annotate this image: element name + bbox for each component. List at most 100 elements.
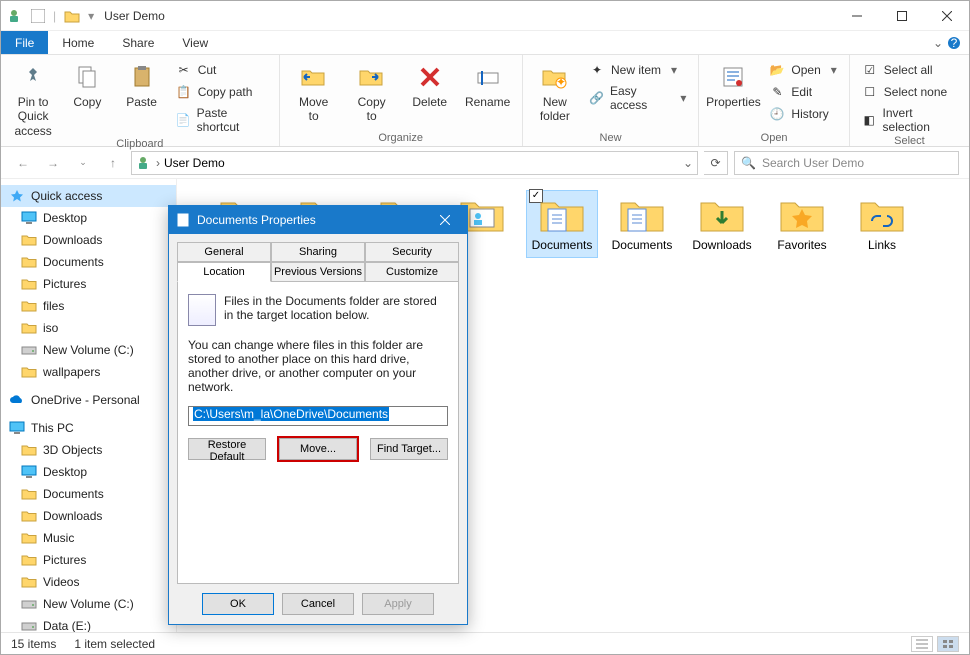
- sidebar-item[interactable]: wallpapers: [1, 361, 176, 383]
- close-button[interactable]: [924, 1, 969, 30]
- file-item[interactable]: ✓Documents: [527, 191, 597, 257]
- delete-button[interactable]: Delete: [404, 57, 456, 109]
- file-item[interactable]: Downloads: [687, 191, 757, 257]
- invert-selection-button[interactable]: ◧Invert selection: [858, 105, 961, 135]
- sidebar-quick-access[interactable]: Quick access: [1, 185, 176, 207]
- file-item[interactable]: Documents: [607, 191, 677, 257]
- restore-default-button[interactable]: Restore Default: [188, 438, 266, 460]
- new-folder-icon: ✦: [539, 61, 571, 93]
- open-button[interactable]: 📂Open▾: [765, 61, 840, 79]
- sidebar-item[interactable]: Desktop: [1, 461, 176, 483]
- sidebar-item[interactable]: Pictures: [1, 549, 176, 571]
- minimize-button[interactable]: [834, 1, 879, 30]
- move-button[interactable]: Move...: [279, 438, 357, 460]
- sidebar-item-label: Music: [43, 531, 74, 545]
- copy-to-button[interactable]: Copy to: [346, 57, 398, 124]
- tab-security[interactable]: Security: [365, 242, 459, 262]
- title-bar: | ▾ User Demo: [1, 1, 969, 31]
- help-button[interactable]: ⌄?: [933, 31, 961, 54]
- copy-button[interactable]: Copy: [63, 57, 111, 109]
- folder-icon: [21, 486, 37, 502]
- sidebar-onedrive[interactable]: OneDrive - Personal: [1, 389, 176, 411]
- tab-view[interactable]: View: [168, 31, 222, 54]
- sidebar-this-pc[interactable]: This PC: [1, 417, 176, 439]
- cancel-button[interactable]: Cancel: [282, 593, 354, 615]
- sidebar-item[interactable]: Downloads: [1, 505, 176, 527]
- sidebar-item-label: iso: [43, 321, 58, 335]
- file-label: Downloads: [692, 239, 751, 253]
- tab-sharing[interactable]: Sharing: [271, 242, 365, 262]
- sidebar-item[interactable]: iso: [1, 317, 176, 339]
- tab-file[interactable]: File: [1, 31, 48, 54]
- tab-customize[interactable]: Customize: [365, 262, 459, 282]
- refresh-button[interactable]: ⟳: [704, 151, 728, 175]
- dialog-info-1: Files in the Documents folder are stored…: [224, 294, 448, 326]
- qat-folder-icon[interactable]: [64, 9, 80, 23]
- dialog-close-button[interactable]: [431, 206, 459, 234]
- file-label: Documents: [612, 239, 673, 253]
- app-icon: [7, 8, 23, 24]
- maximize-button[interactable]: [879, 1, 924, 30]
- sidebar-item[interactable]: Desktop: [1, 207, 176, 229]
- sidebar-item[interactable]: Documents: [1, 483, 176, 505]
- copy-path-button[interactable]: 📋Copy path: [172, 83, 271, 101]
- move-to-button[interactable]: Move to: [288, 57, 340, 124]
- apply-button[interactable]: Apply: [362, 593, 434, 615]
- tab-location[interactable]: Location: [177, 262, 271, 282]
- back-button[interactable]: ←: [11, 151, 35, 175]
- select-none-icon: ☐: [862, 84, 878, 100]
- tab-home[interactable]: Home: [48, 31, 108, 54]
- sidebar-item-label: Desktop: [43, 465, 87, 479]
- find-target-button[interactable]: Find Target...: [370, 438, 448, 460]
- file-label: Favorites: [777, 239, 826, 253]
- properties-icon: [717, 61, 749, 93]
- folder-icon: [21, 574, 37, 590]
- ribbon-group-open: Properties 📂Open▾ ✎Edit 🕘History Open: [699, 55, 849, 146]
- icons-view-button[interactable]: [937, 636, 959, 652]
- sidebar-item[interactable]: Documents: [1, 251, 176, 273]
- properties-button[interactable]: Properties: [707, 57, 759, 109]
- breadcrumb[interactable]: › User Demo ⌄: [131, 151, 698, 175]
- sidebar-item[interactable]: Videos: [1, 571, 176, 593]
- sidebar-item[interactable]: Data (E:): [1, 615, 176, 632]
- sidebar-item[interactable]: Downloads: [1, 229, 176, 251]
- rename-button[interactable]: Rename: [462, 57, 514, 109]
- select-none-button[interactable]: ☐Select none: [858, 83, 961, 101]
- up-button[interactable]: ↑: [101, 151, 125, 175]
- paste-button[interactable]: Paste: [117, 57, 165, 109]
- copy-to-icon: [356, 61, 388, 93]
- sidebar-item[interactable]: files: [1, 295, 176, 317]
- select-all-button[interactable]: ☑Select all: [858, 61, 961, 79]
- file-item[interactable]: Links: [847, 191, 917, 257]
- sidebar-item[interactable]: New Volume (C:): [1, 339, 176, 361]
- tab-general[interactable]: General: [177, 242, 271, 262]
- paste-shortcut-button[interactable]: 📄Paste shortcut: [172, 105, 271, 135]
- cut-button[interactable]: ✂Cut: [172, 61, 271, 79]
- file-item[interactable]: Favorites: [767, 191, 837, 257]
- history-icon: 🕘: [769, 106, 785, 122]
- recent-button[interactable]: ⌄: [71, 151, 95, 175]
- pin-to-quick-access-button[interactable]: Pin to Quick access: [9, 57, 57, 138]
- sidebar-item[interactable]: Music: [1, 527, 176, 549]
- svg-text:?: ?: [951, 36, 958, 50]
- dialog-titlebar[interactable]: Documents Properties: [169, 206, 467, 234]
- qat-save-icon[interactable]: [31, 9, 45, 23]
- location-path-input[interactable]: C:\Users\m_la\OneDrive\Documents: [188, 406, 448, 426]
- sidebar-item-label: files: [43, 299, 64, 313]
- search-input[interactable]: 🔍 Search User Demo: [734, 151, 959, 175]
- easy-access-button[interactable]: 🔗Easy access▾: [585, 83, 690, 113]
- tab-share[interactable]: Share: [108, 31, 168, 54]
- folder-icon: [21, 442, 37, 458]
- qat-dropdown-icon[interactable]: ▾: [88, 9, 94, 23]
- ok-button[interactable]: OK: [202, 593, 274, 615]
- forward-button[interactable]: →: [41, 151, 65, 175]
- sidebar-item[interactable]: New Volume (C:): [1, 593, 176, 615]
- sidebar-item[interactable]: Pictures: [1, 273, 176, 295]
- new-item-button[interactable]: ✦New item▾: [585, 61, 690, 79]
- details-view-button[interactable]: [911, 636, 933, 652]
- edit-button[interactable]: ✎Edit: [765, 83, 840, 101]
- tab-previous-versions[interactable]: Previous Versions: [271, 262, 365, 282]
- sidebar-item[interactable]: 3D Objects: [1, 439, 176, 461]
- new-folder-button[interactable]: ✦New folder: [531, 57, 579, 124]
- history-button[interactable]: 🕘History: [765, 105, 840, 123]
